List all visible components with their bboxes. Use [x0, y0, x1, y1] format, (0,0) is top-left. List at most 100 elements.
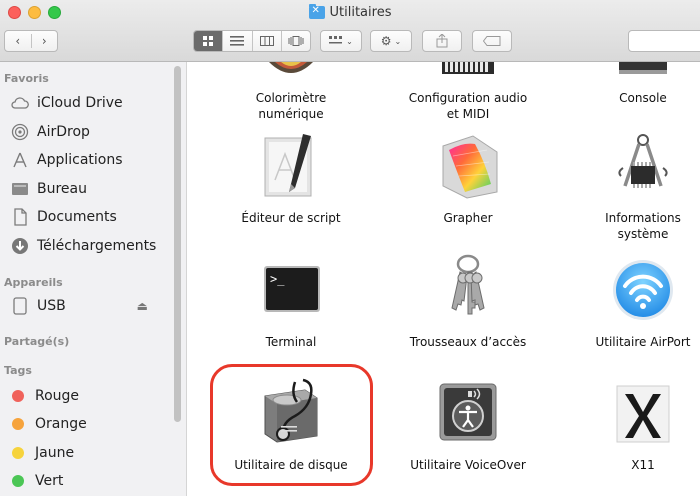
keychain-icon	[451, 254, 485, 315]
sidebar-item-label: USB	[37, 298, 66, 314]
desktop-icon	[10, 180, 30, 198]
forward-button[interactable]: ›	[30, 34, 58, 48]
grid-item-label: Colorimètre numérique	[255, 91, 327, 121]
grid-item-keychain[interactable]: Trousseaux d’accès	[383, 252, 553, 352]
sidebar-item-applications[interactable]: Applications	[10, 148, 123, 172]
red-tag-dot	[12, 390, 24, 402]
window-title: Utilitaires	[0, 4, 700, 20]
window-title-text: Utilitaires	[329, 5, 392, 20]
icon-view-button[interactable]	[194, 31, 223, 51]
orange-tag-dot	[12, 418, 24, 430]
grid-item-label: Console	[619, 91, 667, 105]
grid-item-label: Trousseaux d’accès	[409, 335, 527, 349]
sidebar-item-documents[interactable]: Documents	[10, 205, 117, 229]
favorites-header: Favoris	[4, 72, 49, 85]
sidebar-item-label: Orange	[35, 416, 87, 432]
colorimeter-icon	[269, 62, 313, 73]
navigation-buttons: ‹ ›	[4, 30, 58, 52]
grid-item-label: Utilitaire AirPort	[595, 335, 691, 349]
gear-icon: ⚙	[380, 34, 392, 48]
sidebar-item-label: Téléchargements	[37, 238, 157, 254]
sidebar-item-desktop[interactable]: Bureau	[10, 177, 87, 201]
applications-icon	[10, 151, 30, 169]
sidebar-item-icloud-drive[interactable]: iCloud Drive	[10, 91, 123, 115]
grid-item-airport[interactable]: Utilitaire AirPort	[558, 256, 700, 356]
eject-icon[interactable]: ⏏	[137, 299, 148, 313]
document-icon	[10, 208, 30, 226]
grid-item-system-information[interactable]: Informations système	[558, 132, 700, 242]
sidebar-scrollbar[interactable]	[174, 66, 181, 422]
tag-icon	[483, 36, 501, 46]
file-icon-grid: Colorimètre numérique Configuration audio…	[188, 62, 700, 496]
group-icon	[329, 36, 343, 44]
voiceover-icon	[439, 383, 497, 441]
arrange-button[interactable]: ⌄	[320, 30, 362, 52]
chevron-down-icon: ⌄	[346, 36, 353, 46]
grid-item-x11[interactable]: X11	[558, 382, 700, 482]
sidebar-item-airdrop[interactable]: AirDrop	[10, 120, 90, 144]
grid-item-colorimeter[interactable]: Colorimètre numérique	[206, 62, 376, 124]
grid-item-audio-midi[interactable]: Configuration audio et MIDI	[383, 62, 553, 124]
system-information-icon	[618, 134, 668, 188]
sidebar-item-label: Vert	[35, 473, 64, 489]
list-view-button[interactable]	[222, 31, 251, 51]
utilities-folder-icon	[308, 4, 325, 19]
window-toolbar: Utilitaires ‹ › ⌄ ⚙ ⌄	[0, 0, 700, 62]
grid-item-script-editor[interactable]: Éditeur de script	[206, 132, 376, 232]
column-view-icon	[259, 36, 274, 46]
sidebar-item-label: Jaune	[35, 445, 75, 461]
tag-button[interactable]	[472, 30, 512, 52]
sidebar-item-downloads[interactable]: Téléchargements	[10, 234, 156, 258]
sidebar-item-tag-red[interactable]: Rouge	[10, 384, 79, 408]
disk-utility-highlight-outline	[210, 364, 373, 486]
back-button[interactable]: ‹	[5, 34, 31, 48]
sidebar-item-label: AirDrop	[37, 124, 90, 140]
cover-flow-view-button[interactable]	[280, 31, 310, 51]
airport-icon	[613, 260, 673, 320]
audio-midi-icon	[442, 62, 494, 74]
sidebar-item-label: Bureau	[37, 181, 87, 197]
grid-item-label: Éditeur de script	[241, 211, 341, 225]
sidebar-item-label: Rouge	[35, 388, 80, 404]
share-button[interactable]	[422, 30, 462, 52]
grid-item-label: Informations système	[605, 211, 681, 241]
share-icon	[436, 34, 448, 48]
sidebar-item-label: Documents	[37, 209, 117, 225]
sidebar-item-usb[interactable]: USB ⏏	[10, 294, 170, 318]
console-icon	[619, 62, 667, 74]
x11-icon	[616, 385, 670, 443]
yellow-tag-dot	[12, 447, 24, 459]
grid-item-label: Utilitaire VoiceOver	[410, 458, 526, 472]
grid-item-console[interactable]: Console	[558, 62, 700, 124]
grid-item-label: X11	[631, 458, 655, 472]
download-icon	[10, 237, 30, 255]
view-mode-selector	[193, 30, 311, 52]
drive-icon	[10, 297, 30, 315]
grid-item-label: Configuration audio et MIDI	[408, 91, 528, 121]
devices-header: Appareils	[4, 276, 63, 289]
list-view-icon	[230, 36, 245, 46]
terminal-icon: >_	[264, 266, 320, 312]
sidebar-item-tag-orange[interactable]: Orange	[10, 412, 87, 436]
grid-item-grapher[interactable]: Grapher	[383, 132, 553, 232]
shared-header: Partagé(s)	[4, 335, 70, 348]
tags-header: Tags	[4, 364, 32, 377]
airdrop-icon	[10, 123, 30, 141]
icon-view-icon	[203, 36, 214, 46]
grid-item-label: Grapher	[443, 211, 493, 225]
script-editor-icon	[264, 134, 312, 197]
grapher-icon	[442, 135, 498, 199]
search-field[interactable]	[628, 30, 700, 52]
chevron-down-icon: ⌄	[394, 36, 402, 46]
sidebar-item-label: Applications	[37, 152, 123, 168]
sidebar-item-label: iCloud Drive	[37, 95, 123, 111]
cloud-icon	[10, 94, 30, 112]
action-button[interactable]: ⚙ ⌄	[370, 30, 412, 52]
green-tag-dot	[12, 475, 24, 487]
sidebar-item-tag-green[interactable]: Vert	[10, 469, 63, 493]
svg-text:>_: >_	[270, 272, 285, 286]
grid-item-terminal[interactable]: >_ Terminal	[206, 256, 376, 356]
sidebar-item-tag-yellow[interactable]: Jaune	[10, 441, 74, 465]
column-view-button[interactable]	[251, 31, 281, 51]
grid-item-voiceover[interactable]: Utilitaire VoiceOver	[383, 380, 553, 480]
